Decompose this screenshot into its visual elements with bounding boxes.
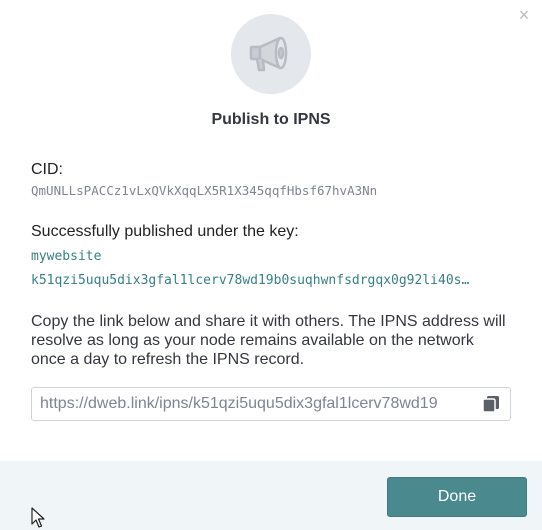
dialog-footer: Done	[0, 461, 542, 530]
dialog-title: Publish to IPNS	[211, 111, 331, 128]
published-key-label: Successfully published under the key:	[31, 223, 299, 240]
megaphone-icon	[249, 36, 288, 72]
mouse-cursor-icon	[31, 507, 45, 528]
key-name: mywebsite	[31, 249, 102, 264]
publish-ipns-dialog: × Publish to IPNS CID: QmUNLLsPACCz1vLxQ…	[0, 0, 542, 530]
ipns-link-field	[31, 387, 511, 421]
copy-button[interactable]	[480, 393, 502, 415]
key-id: k51qzi5uqu5dix3gfal1lcerv78wd19b0suqhwnf…	[31, 273, 470, 288]
share-description: Copy the link below and share it with ot…	[31, 313, 506, 368]
cid-value: QmUNLLsPACCz1vLxQVkXqqLX5R1X345qqfHbsf67…	[31, 183, 378, 198]
dialog-body: CID: QmUNLLsPACCz1vLxQVkXqqLX5R1X345qqfH…	[31, 160, 511, 421]
dialog-header: Publish to IPNS	[0, 14, 542, 130]
icon-circle	[231, 14, 311, 94]
ipns-link-input[interactable]	[40, 395, 472, 413]
cid-label: CID:	[31, 161, 63, 178]
copy-icon	[482, 396, 499, 413]
done-button[interactable]: Done	[387, 477, 527, 517]
